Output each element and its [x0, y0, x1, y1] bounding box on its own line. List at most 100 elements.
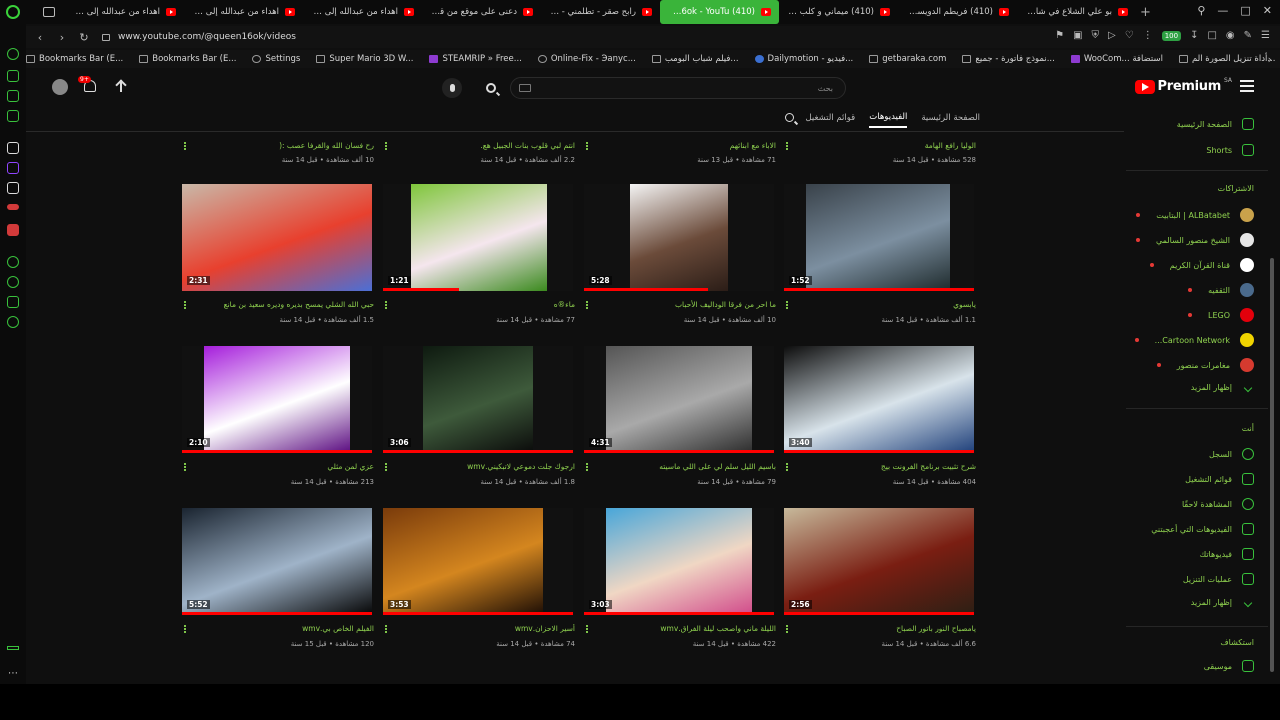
player-icon[interactable] — [7, 256, 19, 268]
sidebar-item[interactable]: الشيخ منصور السالمي — [1135, 233, 1254, 247]
channel-tab[interactable]: الفيديوهات — [869, 112, 908, 128]
video-card[interactable]: 3:40 شرح تثبيت برنامج الفرونت بيج 404 مشاه… — [784, 346, 976, 494]
video-thumbnail[interactable]: 5:52 — [182, 508, 372, 615]
camera-snapshot-icon[interactable]: ◉ — [1226, 30, 1235, 41]
browser-tab[interactable]: اهداء من عبدالله إلى قلب تو — [303, 0, 422, 24]
camera-icon[interactable]: ▣ — [1073, 30, 1082, 41]
subscriptions-header[interactable]: الاشتراكات — [1218, 184, 1254, 193]
tiktok-icon[interactable] — [7, 142, 19, 154]
browser-tab[interactable]: دعنى على موقع من قبل ـو — [422, 0, 541, 24]
edit-icon[interactable]: ✎ — [1244, 30, 1252, 41]
more-actions-icon[interactable] — [385, 625, 387, 627]
video-card-partial[interactable]: رح فسان الله والقرفا عصب :(10 ألف مشاهدة… — [182, 132, 374, 172]
pin-icon[interactable]: ⚑ — [1055, 30, 1064, 41]
browser-tab[interactable]: بو علي الشلاع في شات الهيـ — [1017, 0, 1136, 24]
more-actions-icon[interactable] — [786, 301, 788, 303]
bookmark-item[interactable]: Super Mario 3D W... — [316, 54, 413, 64]
more-actions-icon[interactable] — [586, 463, 588, 465]
channel-tab[interactable]: قوائم التشغيل — [805, 113, 855, 127]
close-button[interactable]: ✕ — [1263, 4, 1272, 17]
you-header[interactable]: أنت — [1242, 424, 1254, 433]
video-card[interactable]: 3:06 ارجوك جلت دموعي لاتبكيني.wmv 1.8 ألف … — [383, 346, 575, 494]
more-actions-icon[interactable] — [184, 301, 186, 303]
menu-dots-icon[interactable]: ⋮ — [1143, 30, 1153, 41]
bookmark-item[interactable]: STEAMRIP » Free... — [429, 54, 522, 64]
more-actions-icon[interactable] — [385, 142, 387, 144]
more-actions-icon[interactable] — [385, 301, 387, 303]
video-card[interactable]: 2:31 حبي الله الشلي يمسح بديره وديره سعيد… — [182, 184, 374, 332]
red-app-icon[interactable] — [7, 224, 19, 236]
video-title[interactable]: الوليا رافع الهامة — [801, 141, 976, 150]
easy-setup-icon[interactable]: ☰ — [1261, 30, 1270, 41]
messenger-icon[interactable] — [7, 110, 19, 122]
history-sidebar-icon[interactable] — [7, 276, 19, 288]
video-card[interactable]: 4:31 باسيم الليل سلم لي على اللي ماسيته 79… — [584, 346, 776, 494]
more-actions-icon[interactable] — [184, 625, 186, 627]
sidebar-item[interactable]: LEGO — [1187, 308, 1254, 322]
sidebar-item[interactable]: الصفحة الرئيسية — [1177, 118, 1254, 130]
download-icon[interactable]: ↧ — [1190, 30, 1198, 41]
video-card[interactable]: 2:10 عزي لمن مثلي 213 مشاهدة • قبل 14 سنة — [182, 346, 374, 494]
video-card[interactable]: 1:21 ماء®ه 77 مشاهدة • قبل 14 سنة — [383, 184, 575, 332]
more-actions-icon[interactable] — [786, 142, 788, 144]
browser-tab[interactable]: رابح صقر - تطلمني - Tube — [541, 0, 660, 24]
video-title[interactable]: انتم لبي قلوب بنات الجبيل هع. — [400, 141, 575, 150]
back-button[interactable]: ‹ — [32, 31, 48, 44]
browser-tab[interactable]: (410) ميماني و كلب جواد الـ — [779, 0, 898, 24]
video-thumbnail[interactable]: 2:10 — [182, 346, 372, 453]
video-thumbnail[interactable]: 5:28 — [584, 184, 774, 291]
sidebar-item[interactable]: Shorts — [1206, 144, 1254, 156]
guide-menu-icon[interactable] — [1240, 80, 1254, 92]
minimize-button[interactable]: — — [1217, 4, 1228, 17]
video-thumbnail[interactable]: 2:31 — [182, 184, 372, 291]
video-card[interactable]: 1:52 يابسوي 1.1 ألف مشاهدة • قبل 14 سنة — [784, 184, 976, 332]
bookmarks-overflow-icon[interactable]: › — [1268, 53, 1272, 66]
video-title[interactable]: يامصباح النور باتور الصباح — [801, 624, 976, 633]
video-thumbnail[interactable]: 2:56 — [784, 508, 974, 615]
keyboard-icon[interactable] — [519, 84, 531, 92]
search-input[interactable]: بحث — [510, 77, 846, 99]
video-title[interactable]: شرح تثبيت برنامج الفرونت بيج — [801, 462, 976, 471]
video-title[interactable]: رح فسان الله والقرفا عصب :( — [199, 141, 374, 150]
video-title[interactable]: باسيم الليل سلم لي على اللي ماسيته — [601, 462, 776, 471]
video-title[interactable]: الفيلم الخاص بي.wmv — [199, 624, 374, 633]
sidebar-item[interactable]: المشاهدة لاحقًا — [1182, 498, 1254, 510]
twitch-icon[interactable] — [7, 162, 19, 174]
sidebar-item[interactable]: الثقفيه — [1188, 283, 1254, 297]
play-icon[interactable]: ▷ — [1108, 30, 1116, 41]
extensions-icon[interactable]: □ — [1207, 30, 1216, 41]
x-icon[interactable] — [7, 182, 19, 194]
video-title[interactable]: أسير الاحزان.wmv — [400, 624, 575, 633]
more-sidebar-icon[interactable]: ⋯ — [8, 668, 18, 679]
extensions-sidebar-icon[interactable] — [7, 296, 19, 308]
more-actions-icon[interactable] — [786, 625, 788, 627]
video-thumbnail[interactable]: 1:52 — [784, 184, 974, 291]
sidebar-item[interactable]: Cartoon Network... — [1134, 333, 1254, 347]
video-card[interactable]: 2:56 يامصباح النور باتور الصباح 6.6 ألف مش… — [784, 508, 976, 656]
channel-tab[interactable]: الصفحة الرئيسية — [921, 113, 980, 127]
sidebar-item[interactable]: إظهار المزيد — [1191, 598, 1254, 607]
voice-search-button[interactable] — [442, 78, 462, 98]
bookmark-item[interactable]: فيلم شباب البومب... — [651, 54, 739, 64]
video-title[interactable]: حبي الله الشلي يمسح بديره وديره سعيد بن … — [199, 300, 374, 309]
video-title[interactable]: ما احر من فرقا الوداليف الأحباب — [601, 300, 776, 309]
browser-tab[interactable]: (410) فريطم الدويسري ـbe — [898, 0, 1017, 24]
sidebar-item[interactable]: السجل — [1209, 448, 1254, 460]
video-card[interactable]: 3:53 أسير الاحزان.wmv 74 مشاهدة • قبل 14 س… — [383, 508, 575, 656]
heart-icon[interactable]: ♡ — [1125, 30, 1134, 41]
sidebar-item[interactable]: ALBatabet | البتابيت — [1136, 208, 1254, 222]
video-thumbnail[interactable]: 3:03 — [584, 508, 774, 615]
youtube-premium-logo[interactable]: Premium SA — [1134, 77, 1232, 94]
more-actions-icon[interactable] — [586, 301, 588, 303]
gx-icon[interactable] — [7, 646, 19, 650]
more-actions-icon[interactable] — [184, 142, 186, 144]
video-thumbnail[interactable]: 4:31 — [584, 346, 774, 453]
video-card-partial[interactable]: انتم لبي قلوب بنات الجبيل هع. 2.2 ألف مشا… — [383, 132, 575, 172]
browser-tab[interactable]: اهداء من عبدالله إلى قلب تو — [65, 0, 184, 24]
more-actions-icon[interactable] — [586, 142, 588, 144]
video-thumbnail[interactable]: 3:40 — [784, 346, 974, 453]
reload-button[interactable]: ↻ — [76, 31, 92, 44]
maximize-button[interactable]: □ — [1240, 4, 1250, 17]
bookmark-item[interactable]: Bookmarks Bar (E... — [139, 54, 236, 64]
bookmark-item[interactable]: Online-Fix - Эanyc... — [537, 54, 636, 64]
